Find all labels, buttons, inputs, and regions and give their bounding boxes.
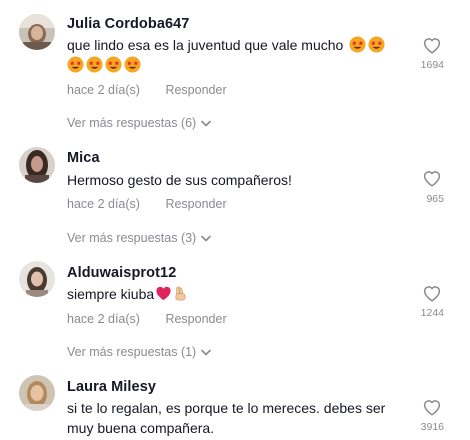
comment-username[interactable]: Laura Milesy bbox=[67, 379, 156, 395]
comment-timestamp: hace 2 día(s) bbox=[67, 83, 140, 97]
star-struck-emoji bbox=[368, 36, 385, 53]
view-more-replies-label: Ver más respuestas (6) bbox=[67, 116, 197, 130]
star-struck-emoji bbox=[105, 56, 122, 73]
star-struck-emoji bbox=[349, 36, 366, 53]
crossed-fingers-emoji bbox=[172, 285, 189, 302]
heart-outline-icon bbox=[423, 38, 441, 54]
heart-outline-icon bbox=[423, 171, 441, 187]
like-button[interactable] bbox=[422, 398, 442, 416]
like-button[interactable] bbox=[422, 284, 442, 302]
view-more-replies-button[interactable]: Ver más respuestas (3) bbox=[67, 231, 212, 245]
comment-item: Mica Hermoso gesto de sus compañeros! ha… bbox=[0, 140, 470, 255]
star-struck-emoji bbox=[124, 56, 141, 73]
chevron-down-icon bbox=[201, 235, 212, 241]
comment-text: si te lo regalan, es porque te lo merece… bbox=[67, 398, 397, 438]
view-more-replies-button[interactable]: Ver más respuestas (6) bbox=[67, 116, 212, 130]
comment-meta: hace 2 día(s) Responder bbox=[67, 312, 227, 326]
comment-text: que lindo esa es la juventud que vale mu… bbox=[67, 35, 397, 75]
chevron-down-icon bbox=[201, 120, 212, 126]
red-heart-emoji bbox=[155, 285, 172, 302]
comment-item: Alduwaisprot12 siempre kiuba hace 2 día(… bbox=[0, 255, 470, 370]
like-button[interactable] bbox=[422, 36, 442, 54]
comment-text-line: si te lo regalan, es porque te lo merece… bbox=[67, 400, 386, 416]
star-struck-emoji bbox=[67, 56, 84, 73]
comment-text: siempre kiuba bbox=[67, 284, 397, 304]
reply-button[interactable]: Responder bbox=[165, 83, 226, 97]
avatar[interactable] bbox=[19, 375, 55, 411]
view-more-replies-label: Ver más respuestas (1) bbox=[67, 345, 197, 359]
reply-button[interactable]: Responder bbox=[165, 312, 226, 326]
view-more-replies-label: Ver más respuestas (3) bbox=[67, 231, 197, 245]
reply-button[interactable]: Responder bbox=[165, 197, 226, 211]
like-button[interactable] bbox=[422, 169, 442, 187]
comment-item: Julia Cordoba647 que lindo esa es la juv… bbox=[0, 0, 470, 140]
comment-meta: hace 2 día(s) Responder bbox=[67, 83, 227, 97]
comment-timestamp: hace 2 día(s) bbox=[67, 197, 140, 211]
comment-meta: hace 2 día(s) Responder bbox=[67, 197, 227, 211]
comment-username[interactable]: Alduwaisprot12 bbox=[67, 265, 176, 281]
like-count: 1694 bbox=[420, 59, 444, 71]
comment-item: Laura Milesy si te lo regalan, es porque… bbox=[0, 370, 470, 440]
heart-outline-icon bbox=[423, 286, 441, 302]
comment-text: Hermoso gesto de sus compañeros! bbox=[67, 172, 292, 188]
avatar[interactable] bbox=[19, 14, 55, 50]
like-count: 3916 bbox=[420, 421, 444, 433]
like-count: 1244 bbox=[420, 307, 444, 319]
star-struck-emoji bbox=[86, 56, 103, 73]
comment-text-line: siempre kiuba bbox=[67, 286, 155, 302]
view-more-replies-button[interactable]: Ver más respuestas (1) bbox=[67, 345, 212, 359]
avatar[interactable] bbox=[19, 261, 55, 297]
chevron-down-icon bbox=[201, 349, 212, 355]
comment-text-line: que lindo esa es la juventud que vale mu… bbox=[67, 37, 344, 53]
like-count: 965 bbox=[426, 193, 444, 205]
heart-outline-icon bbox=[423, 400, 441, 416]
avatar[interactable] bbox=[19, 147, 55, 183]
comment-timestamp: hace 2 día(s) bbox=[67, 312, 140, 326]
comment-username[interactable]: Mica bbox=[67, 150, 100, 166]
comment-text-line: muy buena compañera. bbox=[67, 420, 215, 436]
comment-username[interactable]: Julia Cordoba647 bbox=[67, 16, 189, 32]
